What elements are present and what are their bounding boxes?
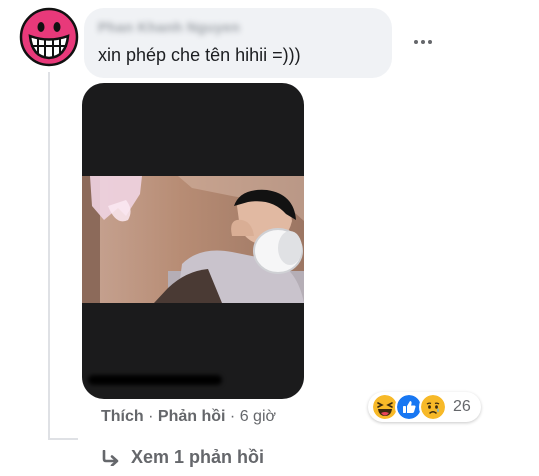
video-attachment[interactable] [82,83,304,399]
more-options-button[interactable] [408,32,438,52]
comment-text: xin phép che tên hihii =))) [98,45,301,65]
grin-face-icon [19,7,79,67]
timestamp[interactable]: 6 giờ [240,408,276,425]
reply-arrow-icon [102,449,119,466]
reply-link[interactable]: Phản hồi [158,408,226,425]
separator: · [229,408,236,425]
comment-actions: Thích · Phản hồi · 6 giờ [101,408,276,426]
reaction-summary[interactable]: 26 [368,392,481,422]
like-link[interactable]: Thích [101,408,144,425]
more-dot [428,40,432,44]
video-frame [82,176,304,303]
video-thumbnail-image [82,176,304,303]
comment-author[interactable]: Phan Khanh Nguyen [98,19,240,35]
view-replies-link[interactable]: Xem 1 phản hồi [101,447,264,468]
more-dot [421,40,425,44]
view-replies-label: Xem 1 phản hồi [131,447,265,467]
separator: · [148,408,154,425]
more-dot [414,40,418,44]
reaction-count: 26 [453,398,471,415]
avatar[interactable] [19,7,79,67]
sad-reaction-icon [419,393,447,421]
comment-bubble: Phan Khanh Nguyen xin phép che tên hihii… [84,8,392,78]
redaction-bar [88,375,222,385]
